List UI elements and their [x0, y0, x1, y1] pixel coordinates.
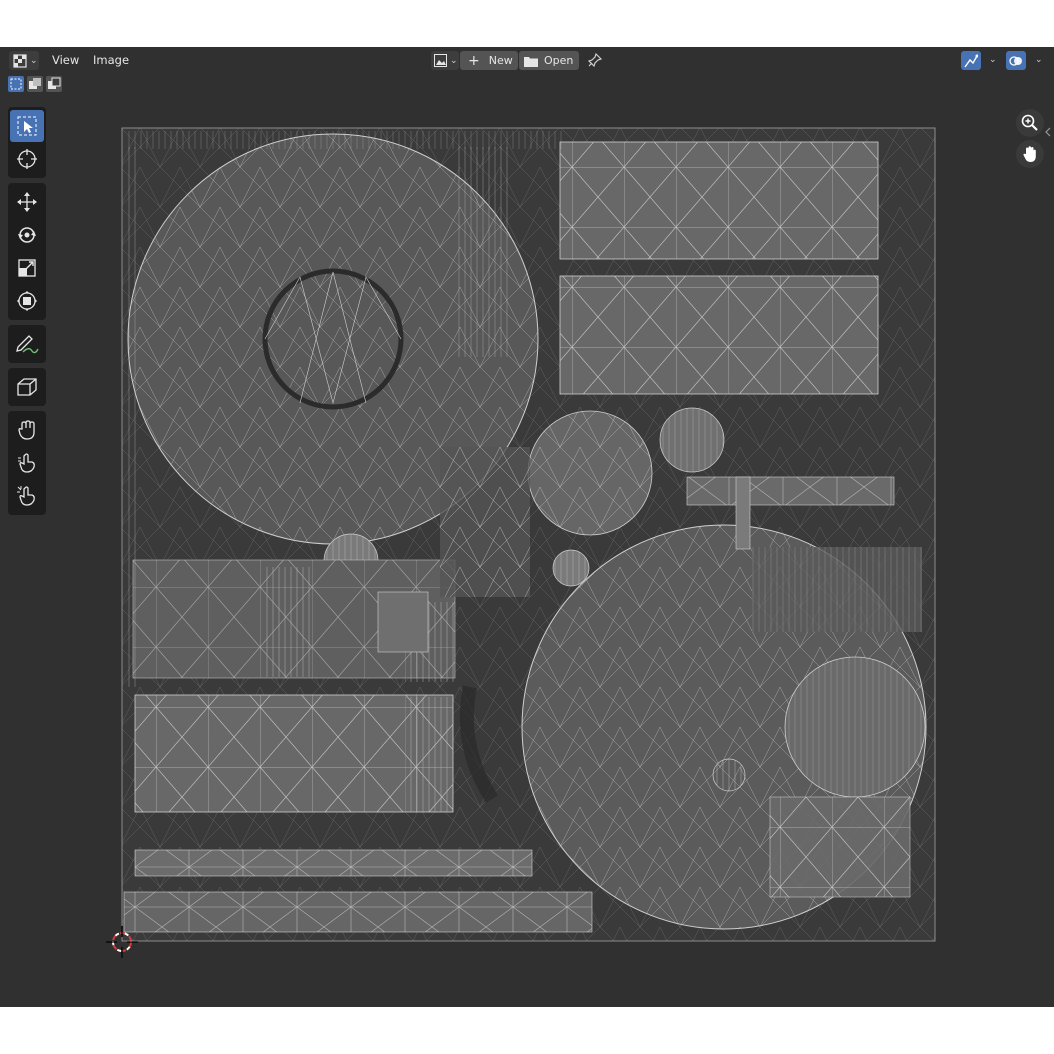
tool-cursor[interactable]: [10, 143, 44, 175]
uv-editor-icon: [13, 53, 27, 68]
tool-pinch[interactable]: [10, 480, 44, 512]
tool-annotate[interactable]: [10, 328, 44, 360]
tool-transform[interactable]: [10, 285, 44, 317]
tool-select-box[interactable]: [10, 110, 44, 142]
select-new-icon: [10, 78, 22, 90]
image-browse-button[interactable]: ⌄: [431, 51, 459, 70]
new-image-button[interactable]: + New: [460, 51, 518, 70]
chevron-down-icon[interactable]: ⌄: [989, 47, 997, 73]
select-subtract-icon: [48, 77, 61, 89]
open-image-button[interactable]: Open: [519, 51, 579, 70]
tool-grab[interactable]: [10, 414, 44, 446]
select-extend-icon: [29, 78, 41, 89]
tool-relax[interactable]: [10, 447, 44, 479]
sidebar-toggle-icon[interactable]: [1045, 127, 1051, 137]
uv-viewport[interactable]: [0, 47, 1054, 1007]
select-subtract-button[interactable]: [46, 76, 62, 92]
tool-group-annotate: [8, 325, 46, 363]
overlay-icon: [1009, 55, 1022, 66]
annotate-icon: [16, 335, 39, 354]
cursor-icon: [17, 149, 37, 169]
overlay-button[interactable]: [1006, 51, 1026, 70]
tool-scale[interactable]: [10, 252, 44, 284]
transform-icon: [17, 291, 37, 311]
chevron-down-icon[interactable]: ⌄: [1035, 47, 1043, 73]
grab-icon: [18, 420, 35, 440]
chevron-down-icon: ⌄: [450, 55, 458, 66]
image-browse-icon: [434, 54, 447, 67]
toolbar: [8, 107, 46, 520]
folder-icon: [524, 56, 538, 67]
uv-editor: ⌄ View Image ⌄ + New Open ⌄ ⌄: [0, 47, 1054, 1007]
tool-group-transform: [8, 183, 46, 320]
pinch-icon: [17, 486, 35, 506]
select-box-icon: [17, 116, 37, 136]
new-image-label: New: [488, 54, 513, 67]
menu-image[interactable]: Image: [93, 47, 129, 73]
navigation-gizmo: [1016, 109, 1046, 171]
uv-sync-selection-icon: [964, 54, 978, 67]
pin-icon: [588, 53, 602, 67]
chevron-down-icon: ⌄: [30, 55, 38, 66]
move-icon: [17, 192, 37, 212]
tool-group-sculpt: [8, 411, 46, 515]
zoom-button[interactable]: [1016, 109, 1044, 137]
menu-view[interactable]: View: [52, 47, 79, 73]
pan-button[interactable]: [1016, 140, 1044, 168]
tool-move[interactable]: [10, 186, 44, 218]
relax-icon: [18, 453, 35, 473]
editor-type-button[interactable]: ⌄: [9, 51, 39, 70]
tool-rotate[interactable]: [10, 219, 44, 251]
tool-group-select: [8, 107, 46, 178]
rotate-icon: [18, 227, 36, 243]
rip-region-icon: [17, 378, 37, 396]
pin-button[interactable]: [588, 47, 602, 73]
scale-icon: [18, 259, 36, 277]
hand-icon: [1023, 146, 1036, 162]
uv-sync-selection-button[interactable]: [961, 51, 981, 70]
zoom-icon: [1021, 114, 1038, 131]
tool-group-rip: [8, 368, 46, 406]
select-extend-button[interactable]: [27, 76, 43, 92]
tool-rip-region[interactable]: [10, 371, 44, 403]
selection-mode-buttons: [8, 76, 65, 96]
open-image-label: Open: [544, 54, 574, 67]
uv-layout: [121, 127, 936, 942]
plus-icon: +: [468, 52, 480, 69]
editor-header: ⌄ View Image ⌄ + New Open ⌄ ⌄: [0, 47, 1054, 73]
select-new-button[interactable]: [8, 76, 24, 92]
